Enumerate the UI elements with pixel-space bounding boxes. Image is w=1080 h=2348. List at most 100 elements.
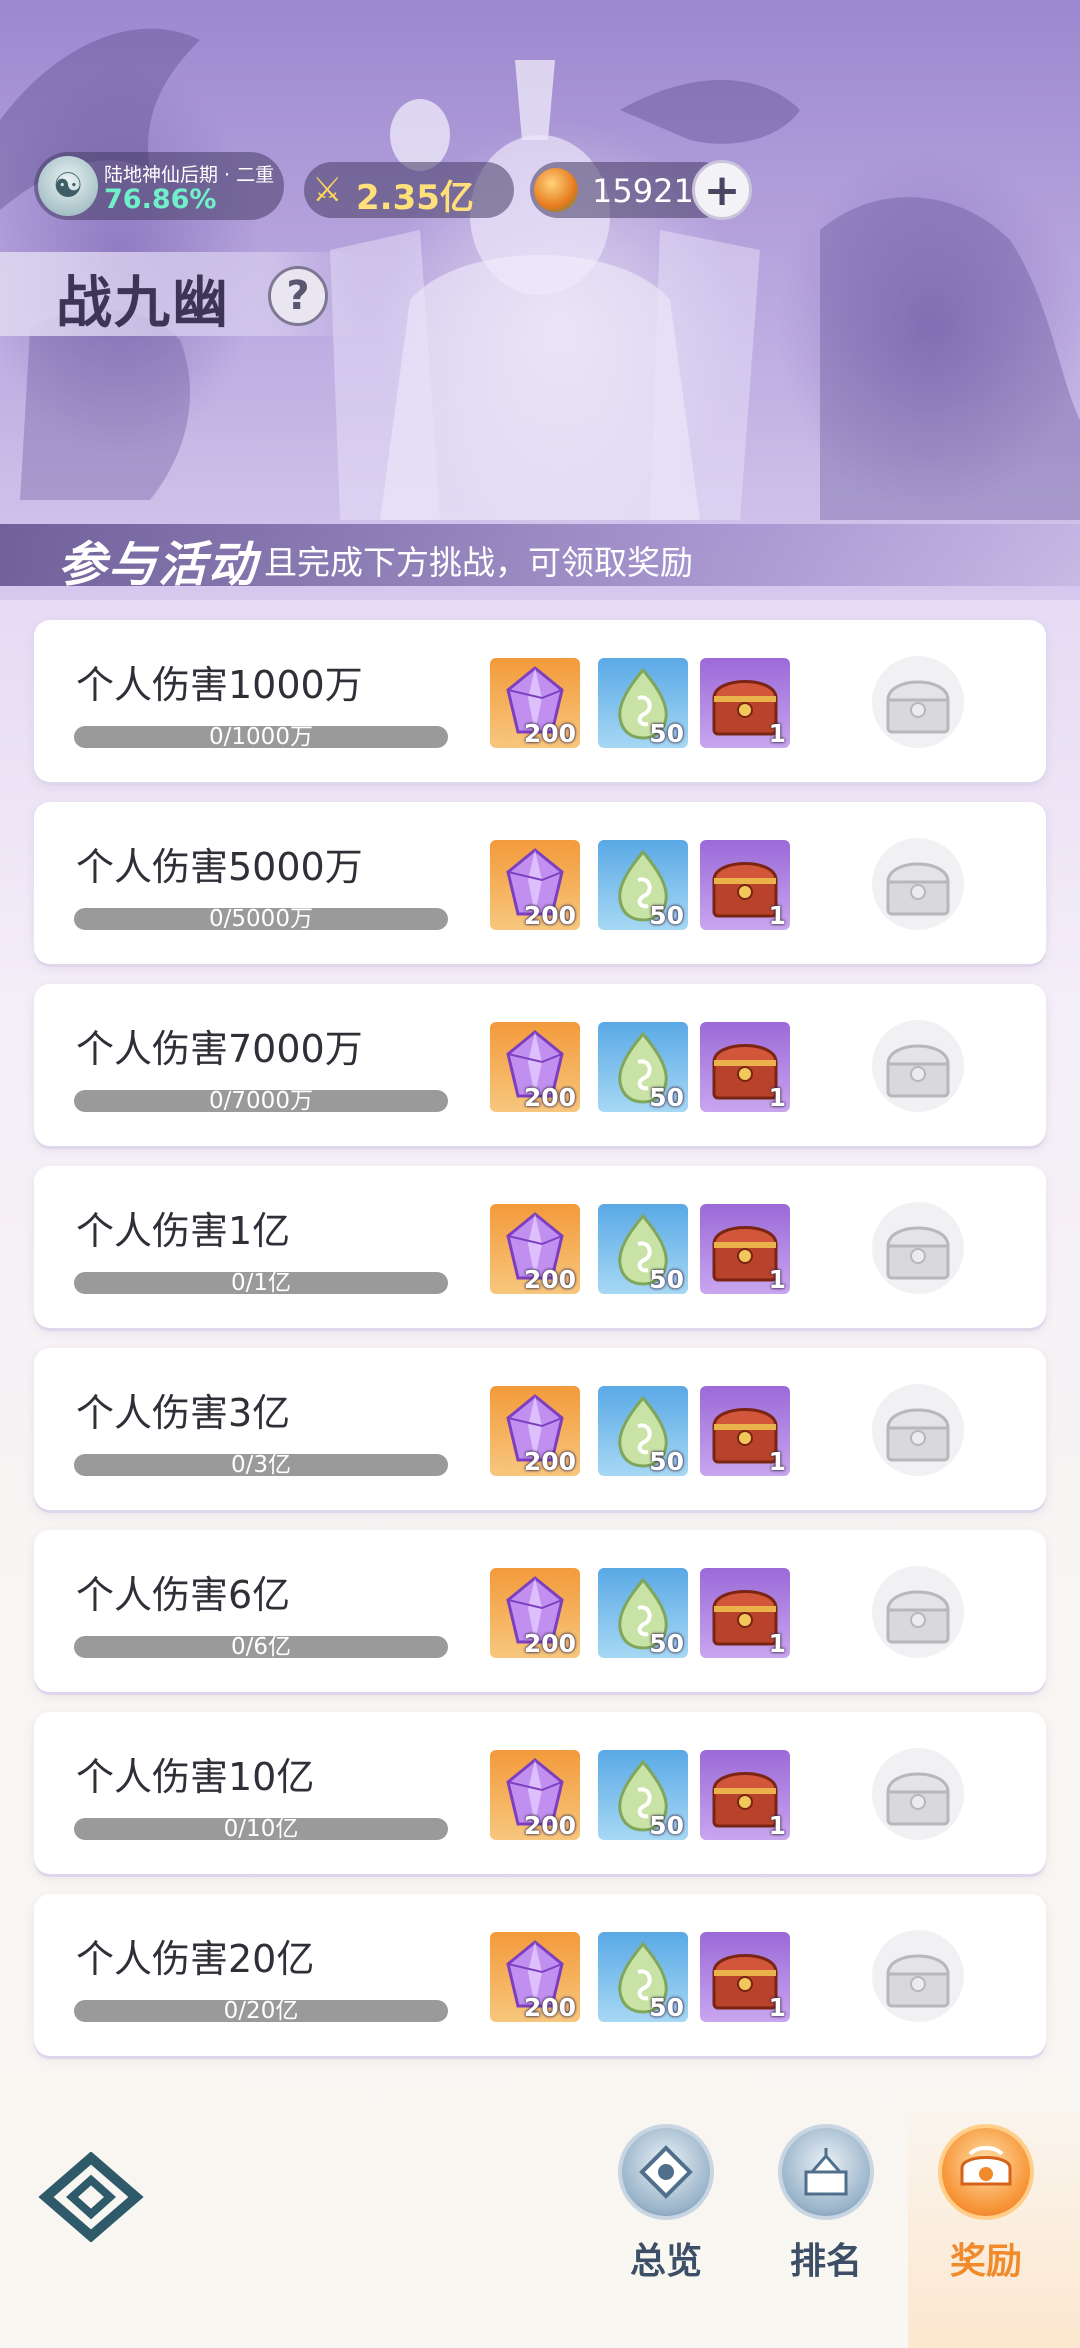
reward-quantity: 200	[523, 719, 576, 748]
nav-ranking-button[interactable]: 排名	[766, 2124, 886, 2294]
reward-item-jade[interactable]: 50	[598, 1204, 688, 1294]
task-card: 个人伤害20亿 0/20亿 200 50 1	[34, 1894, 1046, 2056]
reward-item-chest[interactable]: 1	[700, 1932, 790, 2022]
reward-item-chest[interactable]: 1	[700, 1204, 790, 1294]
reward-item-crystal[interactable]: 200	[490, 1568, 580, 1658]
crossed-swords-icon: ⚔	[312, 170, 343, 210]
reward-quantity: 1	[768, 1629, 786, 1658]
rewards-icon	[938, 2124, 1034, 2220]
reward-item-jade[interactable]: 50	[598, 1750, 688, 1840]
progress-bar: 0/7000万	[74, 1090, 448, 1112]
page-title: 战九幽	[56, 271, 230, 336]
reward-quantity: 50	[649, 1265, 684, 1294]
reward-quantity: 1	[768, 719, 786, 748]
task-card: 个人伤害1000万 0/1000万 200 50 1	[34, 620, 1046, 782]
reward-item-jade[interactable]: 50	[598, 1386, 688, 1476]
task-title: 个人伤害1000万	[76, 663, 363, 707]
help-button[interactable]: ?	[268, 266, 328, 326]
currency-value: 15921	[592, 172, 694, 210]
reward-quantity: 1	[768, 1447, 786, 1476]
notice-sub-text: 且完成下方挑战，可领取奖励	[264, 543, 693, 582]
add-currency-button[interactable]: +	[692, 160, 752, 220]
task-title: 个人伤害6亿	[76, 1573, 291, 1617]
reward-item-chest[interactable]: 1	[700, 1568, 790, 1658]
overview-icon	[618, 2124, 714, 2220]
reward-item-crystal[interactable]: 200	[490, 1386, 580, 1476]
reward-item-crystal[interactable]: 200	[490, 1932, 580, 2022]
task-title: 个人伤害7000万	[76, 1027, 363, 1071]
progress-text: 0/7000万	[209, 1090, 313, 1112]
realm-progress: 76.86%	[104, 184, 217, 215]
claim-chest-icon[interactable]	[868, 1380, 968, 1480]
reward-item-crystal[interactable]: 200	[490, 840, 580, 930]
progress-bar: 0/3亿	[74, 1454, 448, 1476]
task-title: 个人伤害20亿	[76, 1937, 315, 1981]
reward-item-crystal[interactable]: 200	[490, 1022, 580, 1112]
reward-item-jade[interactable]: 50	[598, 1022, 688, 1112]
reward-quantity: 200	[523, 901, 576, 930]
claim-chest-icon[interactable]	[868, 1016, 968, 1116]
claim-chest-icon[interactable]	[868, 1198, 968, 1298]
progress-bar: 0/5000万	[74, 908, 448, 930]
realm-name: 陆地神仙后期 · 二重	[104, 164, 275, 186]
notice-main-text: 参与活动	[58, 537, 259, 593]
progress-bar: 0/20亿	[74, 2000, 448, 2022]
reward-item-chest[interactable]: 1	[700, 1386, 790, 1476]
claim-chest-icon[interactable]	[868, 652, 968, 752]
reward-item-crystal[interactable]: 200	[490, 1204, 580, 1294]
progress-text: 0/1亿	[230, 1272, 291, 1294]
reward-quantity: 200	[523, 1993, 576, 2022]
progress-bar: 0/1000万	[74, 726, 448, 748]
progress-bar: 0/10亿	[74, 1818, 448, 1840]
reward-item-jade[interactable]: 50	[598, 840, 688, 930]
reward-quantity: 50	[649, 1447, 684, 1476]
progress-text: 0/5000万	[209, 908, 313, 930]
reward-quantity: 200	[523, 1629, 576, 1658]
combat-power-value: 2.35亿	[356, 178, 474, 218]
reward-quantity: 200	[523, 1083, 576, 1112]
reward-item-jade[interactable]: 50	[598, 1568, 688, 1658]
reward-item-chest[interactable]: 1	[700, 658, 790, 748]
progress-bar: 0/6亿	[74, 1636, 448, 1658]
progress-text: 0/20亿	[223, 2000, 299, 2022]
nav-rewards-label: 奖励	[949, 2241, 1022, 2282]
combat-power: ⚔ 2.35亿	[304, 162, 514, 218]
reward-item-crystal[interactable]: 200	[490, 658, 580, 748]
reward-item-jade[interactable]: 50	[598, 1932, 688, 2022]
task-title: 个人伤害5000万	[76, 845, 363, 889]
menu-logo-icon[interactable]	[36, 2152, 146, 2242]
spirit-coin-icon	[534, 168, 578, 212]
reward-quantity: 1	[768, 901, 786, 930]
reward-quantity: 50	[649, 901, 684, 930]
reward-item-chest[interactable]: 1	[700, 840, 790, 930]
task-card: 个人伤害5000万 0/5000万 200 50 1	[34, 802, 1046, 964]
reward-item-chest[interactable]: 1	[700, 1750, 790, 1840]
nav-rewards-button[interactable]: 奖励	[926, 2124, 1046, 2294]
reward-item-crystal[interactable]: 200	[490, 1750, 580, 1840]
reward-item-chest[interactable]: 1	[700, 1022, 790, 1112]
progress-text: 0/3亿	[230, 1454, 291, 1476]
task-card: 个人伤害7000万 0/7000万 200 50 1	[34, 984, 1046, 1146]
reward-quantity: 1	[768, 1083, 786, 1112]
claim-chest-icon[interactable]	[868, 1562, 968, 1662]
reward-item-jade[interactable]: 50	[598, 658, 688, 748]
reward-quantity: 50	[649, 719, 684, 748]
reward-quantity: 50	[649, 1629, 684, 1658]
claim-chest-icon[interactable]	[868, 1744, 968, 1844]
task-title: 个人伤害3亿	[76, 1391, 291, 1435]
nav-ranking-label: 排名	[789, 2241, 862, 2282]
progress-text: 0/10亿	[223, 1818, 299, 1840]
ranking-icon	[778, 2124, 874, 2220]
realm-status[interactable]: ☯ 陆地神仙后期 · 二重 76.86%	[34, 152, 284, 220]
nav-overview-button[interactable]: 总览	[606, 2124, 726, 2294]
task-card: 个人伤害3亿 0/3亿 200 50 1	[34, 1348, 1046, 1510]
reward-quantity: 1	[768, 1993, 786, 2022]
reward-quantity: 50	[649, 1083, 684, 1112]
progress-text: 0/1000万	[209, 726, 313, 748]
reward-quantity: 50	[649, 1993, 684, 2022]
reward-quantity: 200	[523, 1265, 576, 1294]
claim-chest-icon[interactable]	[868, 1926, 968, 2026]
claim-chest-icon[interactable]	[868, 834, 968, 934]
progress-bar: 0/1亿	[74, 1272, 448, 1294]
task-title: 个人伤害1亿	[76, 1209, 291, 1253]
